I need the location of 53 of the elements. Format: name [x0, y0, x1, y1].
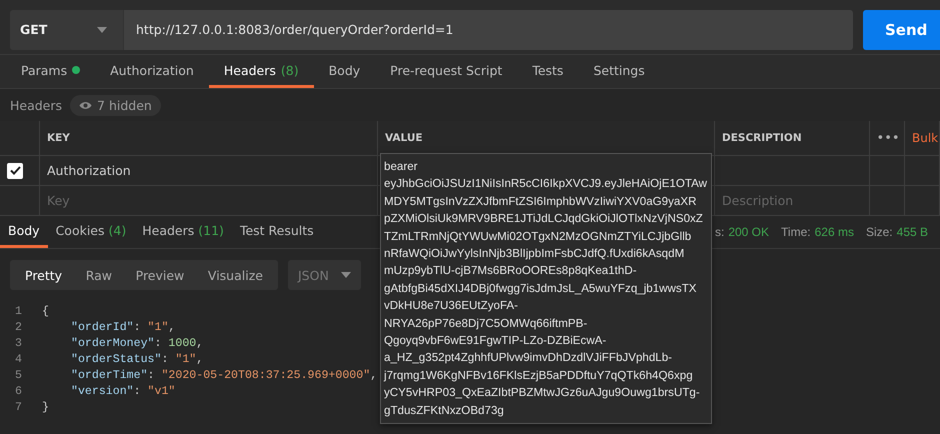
status-value: 200 OK	[728, 225, 770, 239]
view-mode-button[interactable]: Preview	[128, 260, 192, 290]
response-tab[interactable]: Headers (11)	[134, 216, 232, 248]
status-value: 626 ms	[814, 225, 854, 239]
caret-icon	[97, 26, 107, 32]
line-number: 3	[14, 336, 23, 352]
view-mode-button[interactable]: Raw	[78, 260, 119, 290]
response-tab[interactable]: Body	[0, 216, 48, 248]
column-header: DESCRIPTION	[722, 132, 802, 144]
tab-count: (8)	[280, 62, 299, 78]
caret-icon	[341, 272, 351, 278]
send-button[interactable]: Send	[863, 10, 940, 50]
request-tab[interactable]: Authorization	[95, 55, 209, 88]
column-header: VALUE	[385, 132, 423, 144]
request-tab[interactable]: Pre-request Script	[375, 55, 518, 88]
code-line: "version": "v1"	[71, 384, 176, 400]
tab-count: (11)	[198, 223, 224, 238]
section-label: Headers	[10, 98, 62, 112]
status-label: Size:	[866, 225, 893, 239]
request-tab[interactable]: Params	[6, 55, 96, 88]
view-mode-button[interactable]: Visualize	[200, 260, 270, 290]
code-line: "orderTime": "2020-05-20T08:37:25.969+0000",	[71, 368, 378, 384]
code-line: "orderMoney": 1000,	[71, 336, 204, 352]
url-field[interactable]: http://127.0.0.1:8083/order/queryOrder?orderId=1	[124, 10, 853, 50]
status-label: s:	[714, 225, 724, 239]
eye-icon	[79, 100, 92, 110]
response-tab[interactable]: Test Results	[232, 216, 322, 248]
request-tab[interactable]: Settings	[578, 55, 660, 88]
header-key[interactable]: Authorization	[47, 163, 131, 178]
tab-count: (4)	[108, 223, 126, 238]
line-number: 5	[14, 368, 23, 384]
request-tab[interactable]: Tests	[517, 55, 578, 88]
more-icon[interactable]: •••	[877, 132, 900, 144]
line-number: 1	[14, 304, 23, 320]
method-dropdown[interactable]: GET	[10, 10, 124, 50]
hidden-headers-toggle[interactable]: 7 hidden	[70, 94, 161, 116]
code-line: "orderId": "1",	[71, 320, 176, 336]
line-number: 6	[14, 384, 23, 400]
bulk-edit-link[interactable]: Bulk	[912, 131, 938, 145]
code-line: "orderStatus": "1",	[71, 352, 204, 368]
code-line: {	[42, 304, 49, 320]
line-number: 7	[14, 400, 23, 416]
status-value: 455 B	[896, 225, 928, 239]
request-tab[interactable]: Body	[314, 55, 376, 88]
column-header: KEY	[47, 132, 70, 144]
row-checkbox[interactable]	[7, 162, 23, 178]
view-mode-button[interactable]: Pretty	[18, 260, 70, 290]
line-number: 2	[14, 320, 23, 336]
tooltip-text: bearer eyJhbGciOiJSUzI1NiIsInR5cCI6IkpXVCJ9.eyJleHAiOjE1OTAw MDY5MTgsInVzZXJfbmFtZSI6ImphbWVzIiwiYXV0aG9yaXR pZXMiOlsiUk9MRV9BRE1JTiJdLCJqdGkiOiJlOTlxNzVjNS0xZ TZmLTRmNjQtYWUwMi02OTgxN2MzOGNmZTYiLCJjbGllb nRfaWQiOiJwYylsInNjb3BlIjpbImFsbCJdfQ.fUxdi6kAsqdM mUzp9ybTlU-cjB7Ms6BRoOOREs8p8qKea1thD- gAtbfgBi45dXIJ4DBj0fwgg7isJdmJsL_A5wuYFzq_jb1wwsTX vDkHU8e7U36EUtZyoFA- NRYA26pP76e8Dj7C5OMWq66iftmPB- Qgoyq9vbF6wE91FgwTIP-LZo-DZBiEcwA- a_HZ_g352pt4ZghhfUPlvw9imvDhDzdlVJiFFbJVphdLb- j7rqmg1W6KgNFBv16FKlsEzjB5aPDDftuY7qQTk6h4Q6xpg yCY5vHRP03_QxEaZIbtPBZMtwJGz6uAJgu9Ouwg1brsUTg- gTdusZFKtNxzOBd73g	[384, 159, 708, 419]
code-line: }	[42, 400, 49, 416]
line-number: 4	[14, 352, 23, 368]
status-label: Time:	[781, 225, 811, 239]
response-tab[interactable]: Cookies (4)	[48, 216, 134, 248]
